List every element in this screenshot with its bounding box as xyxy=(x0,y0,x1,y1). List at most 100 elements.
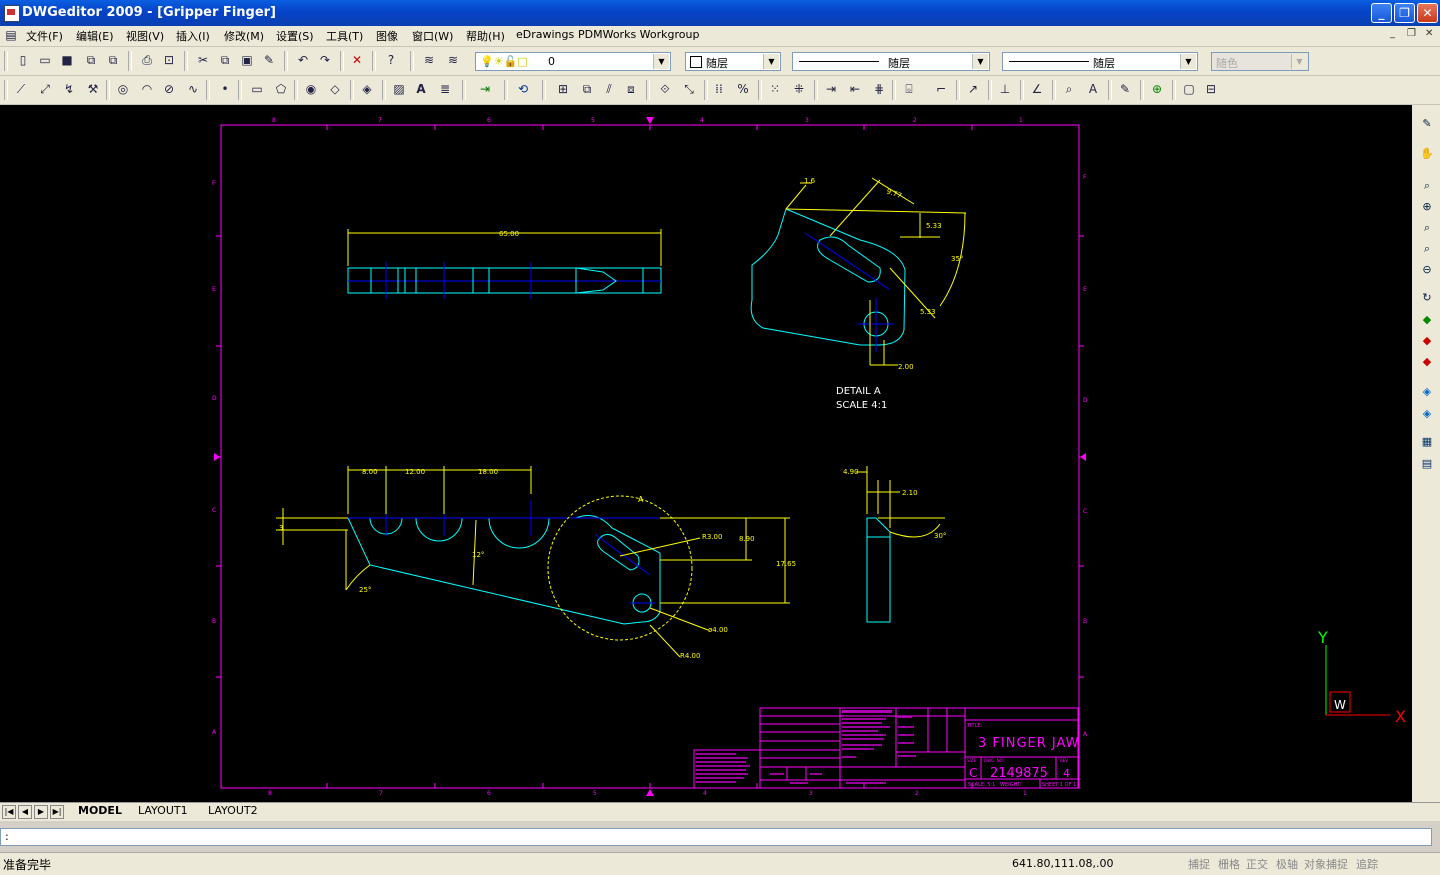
tab-model[interactable]: MODEL xyxy=(78,804,122,817)
color-dropdown[interactable]: 随层 ▼ xyxy=(685,52,781,71)
grid-dots2-icon[interactable]: ⁜ xyxy=(792,82,806,96)
last-tab-button[interactable]: ▶| xyxy=(50,805,64,819)
break-icon[interactable]: ⋕ xyxy=(872,82,886,96)
arc-icon[interactable]: ◠ xyxy=(140,82,154,96)
zoom-line-icon[interactable]: ⤢ xyxy=(38,82,52,96)
explode-icon[interactable]: ↗ xyxy=(966,82,980,96)
block-icon[interactable]: ◈ xyxy=(360,82,374,96)
track-toggle[interactable]: 追踪 xyxy=(1356,856,1378,872)
copy-objects-icon[interactable]: ⧉ xyxy=(580,82,594,96)
mdi-close-button[interactable]: ✕ xyxy=(1425,28,1433,39)
zoom-extents-icon[interactable]: ⌕ xyxy=(1420,242,1434,256)
pan-hand-icon[interactable]: ✋ xyxy=(1420,147,1434,161)
mirror-icon[interactable]: ⫽ xyxy=(602,82,616,96)
mtext-icon[interactable]: ≣ xyxy=(438,82,452,96)
mdi-minimize-button[interactable]: _ xyxy=(1390,28,1395,39)
cut-icon[interactable]: ✂ xyxy=(196,53,210,67)
scale-icon[interactable]: ⤡ xyxy=(682,82,696,96)
zoom-out-icon[interactable]: ⊖ xyxy=(1420,263,1434,277)
polar-toggle[interactable]: 极轴 xyxy=(1276,856,1298,872)
maximize-button[interactable]: ❐ xyxy=(1394,3,1415,23)
lineweight-dropdown[interactable]: 随层 ▼ xyxy=(1002,52,1198,71)
print-preview-icon[interactable]: ⊡ xyxy=(162,53,176,67)
insert-icon[interactable]: ⇥ xyxy=(478,82,492,96)
ucs-icon-button[interactable]: ◈ xyxy=(1420,385,1434,399)
menu-insert[interactable]: 插入(I) xyxy=(176,28,210,44)
text-icon[interactable]: A xyxy=(414,82,428,96)
region-icon[interactable]: ◇ xyxy=(328,82,342,96)
menu-edit[interactable]: 编辑(E) xyxy=(76,28,114,44)
circle-center-icon[interactable]: ◎ xyxy=(116,82,130,96)
close-button[interactable]: ✕ xyxy=(1417,3,1438,23)
layer-dropdown[interactable]: 💡☀🔓□ 0 ▼ xyxy=(475,52,671,71)
save-icon[interactable]: ■ xyxy=(60,53,74,67)
stretch-icon[interactable]: % xyxy=(736,82,750,96)
point-icon[interactable]: • xyxy=(218,82,232,96)
delete-icon[interactable]: ✕ xyxy=(350,53,364,67)
donut-icon[interactable]: ◉ xyxy=(304,82,318,96)
orbit-icon[interactable]: ↻ xyxy=(1420,291,1434,305)
first-tab-button[interactable]: |◀ xyxy=(2,805,16,819)
document-icon[interactable]: ▤ xyxy=(1420,457,1434,471)
offset-icon[interactable]: ⧈ xyxy=(624,82,638,96)
ortho-toggle[interactable]: 正交 xyxy=(1246,856,1268,872)
grid-dots-icon[interactable]: ⁙ xyxy=(768,82,782,96)
paste-icon[interactable]: ▣ xyxy=(240,53,254,67)
osnap-toggle[interactable]: 对象捕捉 xyxy=(1304,856,1348,872)
properties-icon[interactable]: ⊟ xyxy=(1204,82,1218,96)
fillet-icon[interactable]: ⌐ xyxy=(934,82,948,96)
menu-edrawings[interactable]: eDrawings xyxy=(516,28,574,41)
redo-icon[interactable]: ↷ xyxy=(318,53,332,67)
zoom-in-icon[interactable]: ⊕ xyxy=(1420,200,1434,214)
linetype-dropdown[interactable]: 随层 ▼ xyxy=(792,52,990,71)
drawing-canvas[interactable]: 8 7 6 5 4 3 2 1 8 7 6 5 4 3 2 1 F E D C … xyxy=(0,105,1412,802)
menu-view[interactable]: 视图(V) xyxy=(126,28,164,44)
pencil-icon[interactable]: ✎ xyxy=(1420,117,1434,131)
match-properties-icon[interactable]: ✎ xyxy=(262,53,276,67)
line-icon[interactable]: ⟋ xyxy=(14,82,28,96)
view-3d-icon[interactable]: ◆ xyxy=(1420,313,1434,327)
tool-icon[interactable]: ⚒ xyxy=(86,82,100,96)
dimension-icon[interactable]: ⊥ xyxy=(998,82,1012,96)
menu-file[interactable]: 文件(F) xyxy=(26,28,63,44)
polygon-icon[interactable]: ⬠ xyxy=(274,82,288,96)
trim-icon[interactable]: ⇥ xyxy=(824,82,838,96)
prev-tab-button[interactable]: ◀ xyxy=(18,805,32,819)
grid-toggle[interactable]: 栅格 xyxy=(1218,856,1240,872)
mdi-restore-button[interactable]: ❐ xyxy=(1407,28,1416,39)
frame-icon[interactable]: ▢ xyxy=(1182,82,1196,96)
document-icon[interactable]: ▤ xyxy=(4,28,18,42)
zoom-window-icon[interactable]: ⌕ xyxy=(1420,221,1434,235)
minimize-button[interactable]: _ xyxy=(1371,3,1392,23)
command-line[interactable]: : xyxy=(0,828,1432,846)
sheets-icon[interactable]: ⧉ xyxy=(106,53,120,67)
layer-state-icon[interactable]: ≋ xyxy=(446,53,460,67)
snap-toggle[interactable]: 捕捉 xyxy=(1188,856,1210,872)
undo-icon[interactable]: ↶ xyxy=(296,53,310,67)
menu-window[interactable]: 窗口(W) xyxy=(412,28,453,44)
table-icon[interactable]: ▦ xyxy=(1420,435,1434,449)
pencil-icon[interactable]: ✎ xyxy=(1118,82,1132,96)
search-icon[interactable]: ⌕ xyxy=(1062,82,1076,96)
zoom-realtime-icon[interactable]: ⌕ xyxy=(1420,179,1434,193)
menu-image[interactable]: 图像 xyxy=(376,28,398,44)
print-icon[interactable]: ⎙ xyxy=(140,53,154,67)
cut-sheets-icon[interactable]: ⧉ xyxy=(84,53,98,67)
rotate-icon[interactable]: ⟐ xyxy=(658,82,672,96)
angle-icon[interactable]: ∠ xyxy=(1030,82,1044,96)
spline-icon[interactable]: ∿ xyxy=(186,82,200,96)
extend-icon[interactable]: ⇤ xyxy=(848,82,862,96)
move-icon[interactable]: ⊞ xyxy=(556,82,570,96)
next-tab-button[interactable]: ▶ xyxy=(34,805,48,819)
ellipse-icon[interactable]: ⊘ xyxy=(162,82,176,96)
chamfer-icon[interactable]: ⌺ xyxy=(902,82,916,96)
menu-modify[interactable]: 修改(M) xyxy=(224,28,264,44)
layer-manager-icon[interactable]: ≋ xyxy=(422,53,436,67)
add-icon[interactable]: ⊕ xyxy=(1150,82,1164,96)
rectangle-icon[interactable]: ▭ xyxy=(250,82,264,96)
hatch-icon[interactable]: ▨ xyxy=(392,82,406,96)
menu-help[interactable]: 帮助(H) xyxy=(466,28,505,44)
render-icon[interactable]: ◆ xyxy=(1420,334,1434,348)
menu-settings[interactable]: 设置(S) xyxy=(276,28,314,44)
shade-icon[interactable]: ◆ xyxy=(1420,355,1434,369)
